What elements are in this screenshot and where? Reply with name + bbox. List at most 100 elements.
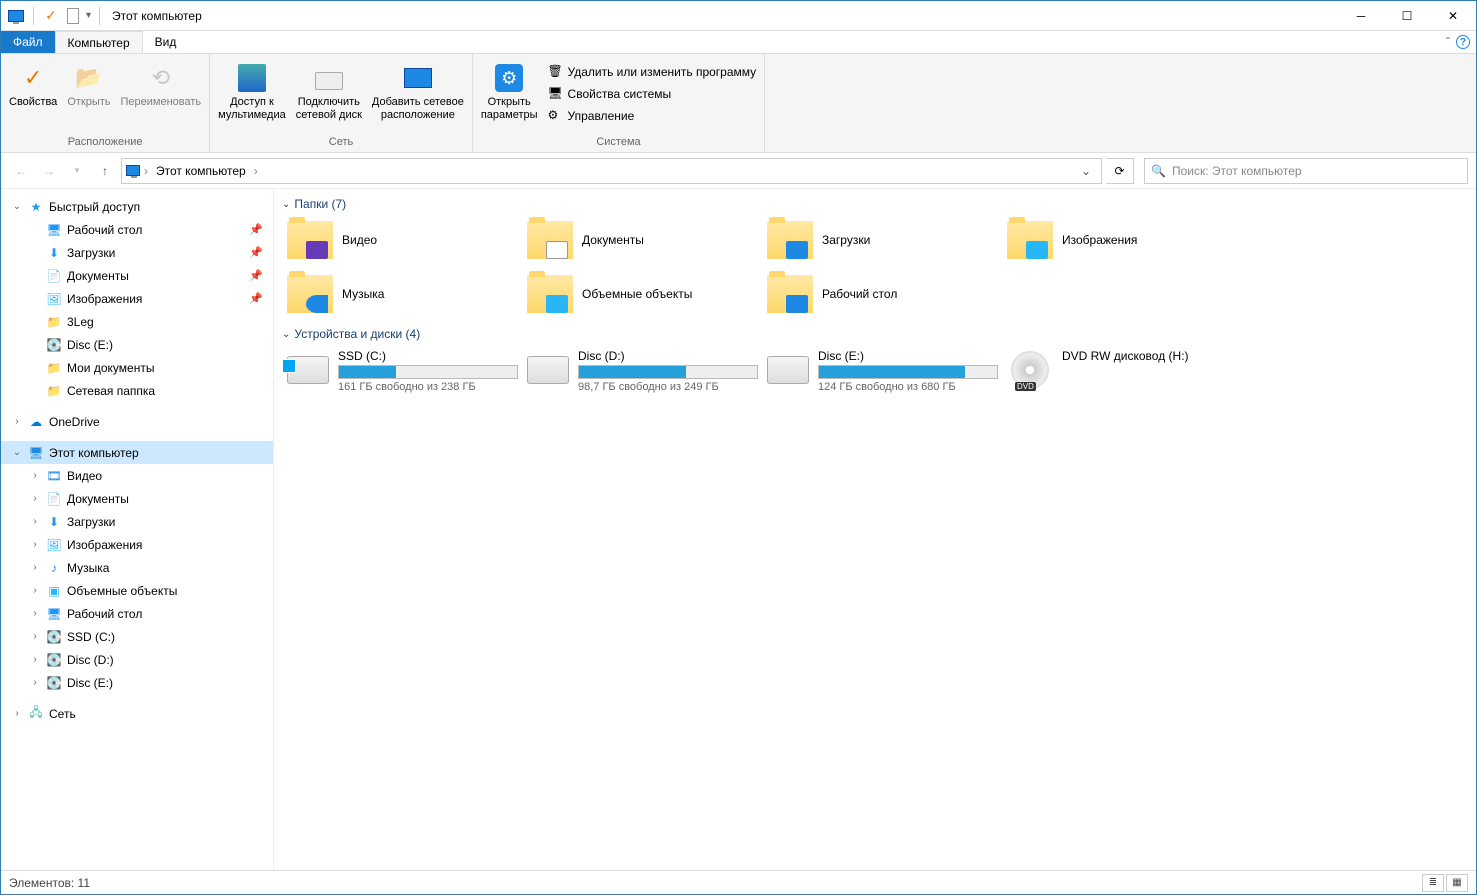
- folder-icon: [766, 219, 814, 261]
- sidebar-this-pc[interactable]: ⌄🖥Этот компьютер: [1, 441, 273, 464]
- sidebar-quick-item-5[interactable]: ›💽Disc (E:): [1, 333, 273, 356]
- breadcrumb-root[interactable]: Этот компьютер: [152, 164, 250, 178]
- doc-icon: 📄: [45, 490, 63, 508]
- folder-icon: [526, 273, 574, 315]
- qat-properties-icon[interactable]: ✓: [42, 7, 60, 25]
- chevron-right-icon[interactable]: ›: [254, 164, 258, 178]
- sidebar-pc-item-0[interactable]: ›🎞Видео: [1, 464, 273, 487]
- drive-item-2[interactable]: Disc (E:)124 ГБ свободно из 680 ГБ: [762, 345, 1002, 397]
- statusbar: Элементов: 11 ≣ ▦: [1, 870, 1476, 894]
- sidebar-item-label: Изображения: [67, 292, 142, 306]
- forward-button[interactable]: →: [37, 159, 61, 183]
- sidebar-quick-item-4[interactable]: ›📁3Leg: [1, 310, 273, 333]
- folder-item-0[interactable]: Видео: [282, 215, 522, 265]
- sidebar-item-label: Disc (D:): [67, 653, 114, 667]
- ribbon-addlocation-button[interactable]: Добавить сетевое расположение: [368, 58, 468, 130]
- sidebar-pc-item-3[interactable]: ›🖼Изображения: [1, 533, 273, 556]
- folder-label: Загрузки: [822, 233, 870, 247]
- sidebar-pc-item-9[interactable]: ›💽Disc (E:): [1, 671, 273, 694]
- folder-item-4[interactable]: Музыка: [282, 269, 522, 319]
- sidebar-item-label: Сетевая паппка: [67, 384, 155, 398]
- ribbon-settings-button[interactable]: ⚙ Открыть параметры: [477, 58, 542, 130]
- group-folders[interactable]: ⌄Папки (7): [282, 193, 1468, 215]
- close-button[interactable]: ✕: [1430, 1, 1476, 31]
- sidebar-quick-item-0[interactable]: ›🖥Рабочий стол📌: [1, 218, 273, 241]
- folder-item-5[interactable]: Объемные объекты: [522, 269, 762, 319]
- breadcrumb-dropdown[interactable]: ⌄: [1075, 164, 1097, 178]
- help-icon[interactable]: ?: [1456, 35, 1470, 49]
- sidebar-quick-item-1[interactable]: ›⬇Загрузки📌: [1, 241, 273, 264]
- back-button[interactable]: ←: [9, 159, 33, 183]
- sidebar-quick-item-2[interactable]: ›📄Документы📌: [1, 264, 273, 287]
- ribbon-uninstall-button[interactable]: 🗑Удалить или изменить программу: [544, 61, 761, 83]
- ribbon-properties-button[interactable]: ✓ Свойства: [5, 58, 61, 130]
- sidebar-item-label: Рабочий стол: [67, 223, 142, 237]
- drive-icon: [286, 349, 330, 391]
- sidebar-pc-item-2[interactable]: ›⬇Загрузки: [1, 510, 273, 533]
- ribbon-open-button[interactable]: 📂 Открыть: [63, 58, 114, 130]
- drive-capacity-bar: [338, 365, 518, 379]
- ribbon-sysprops-button[interactable]: 🖥Свойства системы: [544, 83, 761, 105]
- sidebar: ⌄★Быстрый доступ›🖥Рабочий стол📌›⬇Загрузк…: [1, 189, 274, 870]
- pin-icon: 📌: [249, 223, 263, 236]
- qat-newdoc-icon[interactable]: [64, 7, 82, 25]
- breadcrumb[interactable]: › Этот компьютер › ⌄: [121, 158, 1102, 184]
- chevron-right-icon[interactable]: ›: [144, 164, 148, 178]
- drive-item-3[interactable]: DVD RW дисковод (H:): [1002, 345, 1242, 397]
- up-button[interactable]: ↑: [93, 159, 117, 183]
- tab-computer[interactable]: Компьютер: [55, 31, 143, 53]
- status-item-count: Элементов: 11: [9, 876, 90, 890]
- view-details-button[interactable]: ≣: [1422, 874, 1444, 892]
- group-drives[interactable]: ⌄Устройства и диски (4): [282, 323, 1468, 345]
- drive-free-text: 98,7 ГБ свободно из 249 ГБ: [578, 381, 758, 393]
- folder-item-2[interactable]: Загрузки: [762, 215, 1002, 265]
- recent-dropdown[interactable]: ▾: [65, 159, 89, 183]
- tab-view[interactable]: Вид: [143, 31, 189, 53]
- sidebar-pc-item-5[interactable]: ›▣Объемные объекты: [1, 579, 273, 602]
- search-icon: 🔍: [1151, 164, 1166, 178]
- minimize-button[interactable]: ─: [1338, 1, 1384, 31]
- sidebar-quick-access[interactable]: ⌄★Быстрый доступ: [1, 195, 273, 218]
- ribbon-mapdrive-button[interactable]: Подключить сетевой диск: [292, 58, 366, 130]
- folder-item-6[interactable]: Рабочий стол: [762, 269, 1002, 319]
- disc-icon: 💽: [45, 336, 63, 354]
- drive-free-text: 161 ГБ свободно из 238 ГБ: [338, 381, 518, 393]
- content: ⌄Папки (7)ВидеоДокументы Загрузки Изображе…: [274, 189, 1476, 870]
- sidebar-onedrive[interactable]: ›☁OneDrive: [1, 410, 273, 433]
- folder-item-3[interactable]: Изображения: [1002, 215, 1242, 265]
- maximize-button[interactable]: ☐: [1384, 1, 1430, 31]
- folder-icon: [1006, 219, 1054, 261]
- folder-item-1[interactable]: Документы: [522, 215, 762, 265]
- breadcrumb-pc-icon: [126, 165, 140, 176]
- refresh-button[interactable]: ⟳: [1106, 158, 1134, 184]
- sidebar-item-label: Быстрый доступ: [49, 200, 140, 214]
- video-icon: 🎞: [45, 467, 63, 485]
- sidebar-pc-item-7[interactable]: ›💽SSD (C:): [1, 625, 273, 648]
- drive-item-0[interactable]: SSD (C:)161 ГБ свободно из 238 ГБ: [282, 345, 522, 397]
- search-input[interactable]: 🔍 Поиск: Этот компьютер: [1144, 158, 1468, 184]
- sidebar-quick-item-7[interactable]: ›📁Сетевая паппка: [1, 379, 273, 402]
- sidebar-pc-item-1[interactable]: ›📄Документы: [1, 487, 273, 510]
- sidebar-item-label: Disc (E:): [67, 676, 113, 690]
- download-icon: ⬇: [45, 244, 63, 262]
- view-tiles-button[interactable]: ▦: [1446, 874, 1468, 892]
- sidebar-quick-item-6[interactable]: ›📁Мои документы: [1, 356, 273, 379]
- music-icon: ♪: [45, 559, 63, 577]
- ribbon-group-system-label: Система: [473, 134, 764, 152]
- ribbon-rename-button[interactable]: ⟲ Переименовать: [117, 58, 206, 130]
- sidebar-quick-item-3[interactable]: ›🖼Изображения📌: [1, 287, 273, 310]
- sidebar-item-label: Музыка: [67, 561, 109, 575]
- tab-file[interactable]: Файл: [1, 31, 55, 53]
- sidebar-pc-item-6[interactable]: ›🖥Рабочий стол: [1, 602, 273, 625]
- ribbon-media-button[interactable]: Доступ к мультимедиа: [214, 58, 290, 130]
- sidebar-network[interactable]: ›🖧Сеть: [1, 702, 273, 725]
- folder-icon: [766, 273, 814, 315]
- sidebar-pc-item-4[interactable]: ›♪Музыка: [1, 556, 273, 579]
- drive-item-1[interactable]: Disc (D:)98,7 ГБ свободно из 249 ГБ: [522, 345, 762, 397]
- collapse-ribbon-icon[interactable]: ˆ: [1446, 35, 1450, 49]
- sidebar-pc-item-8[interactable]: ›💽Disc (D:): [1, 648, 273, 671]
- app-icon[interactable]: [7, 7, 25, 25]
- folder-label: Рабочий стол: [822, 287, 897, 301]
- pin-icon: 📌: [249, 246, 263, 259]
- ribbon-manage-button[interactable]: ⚙Управление: [544, 105, 761, 127]
